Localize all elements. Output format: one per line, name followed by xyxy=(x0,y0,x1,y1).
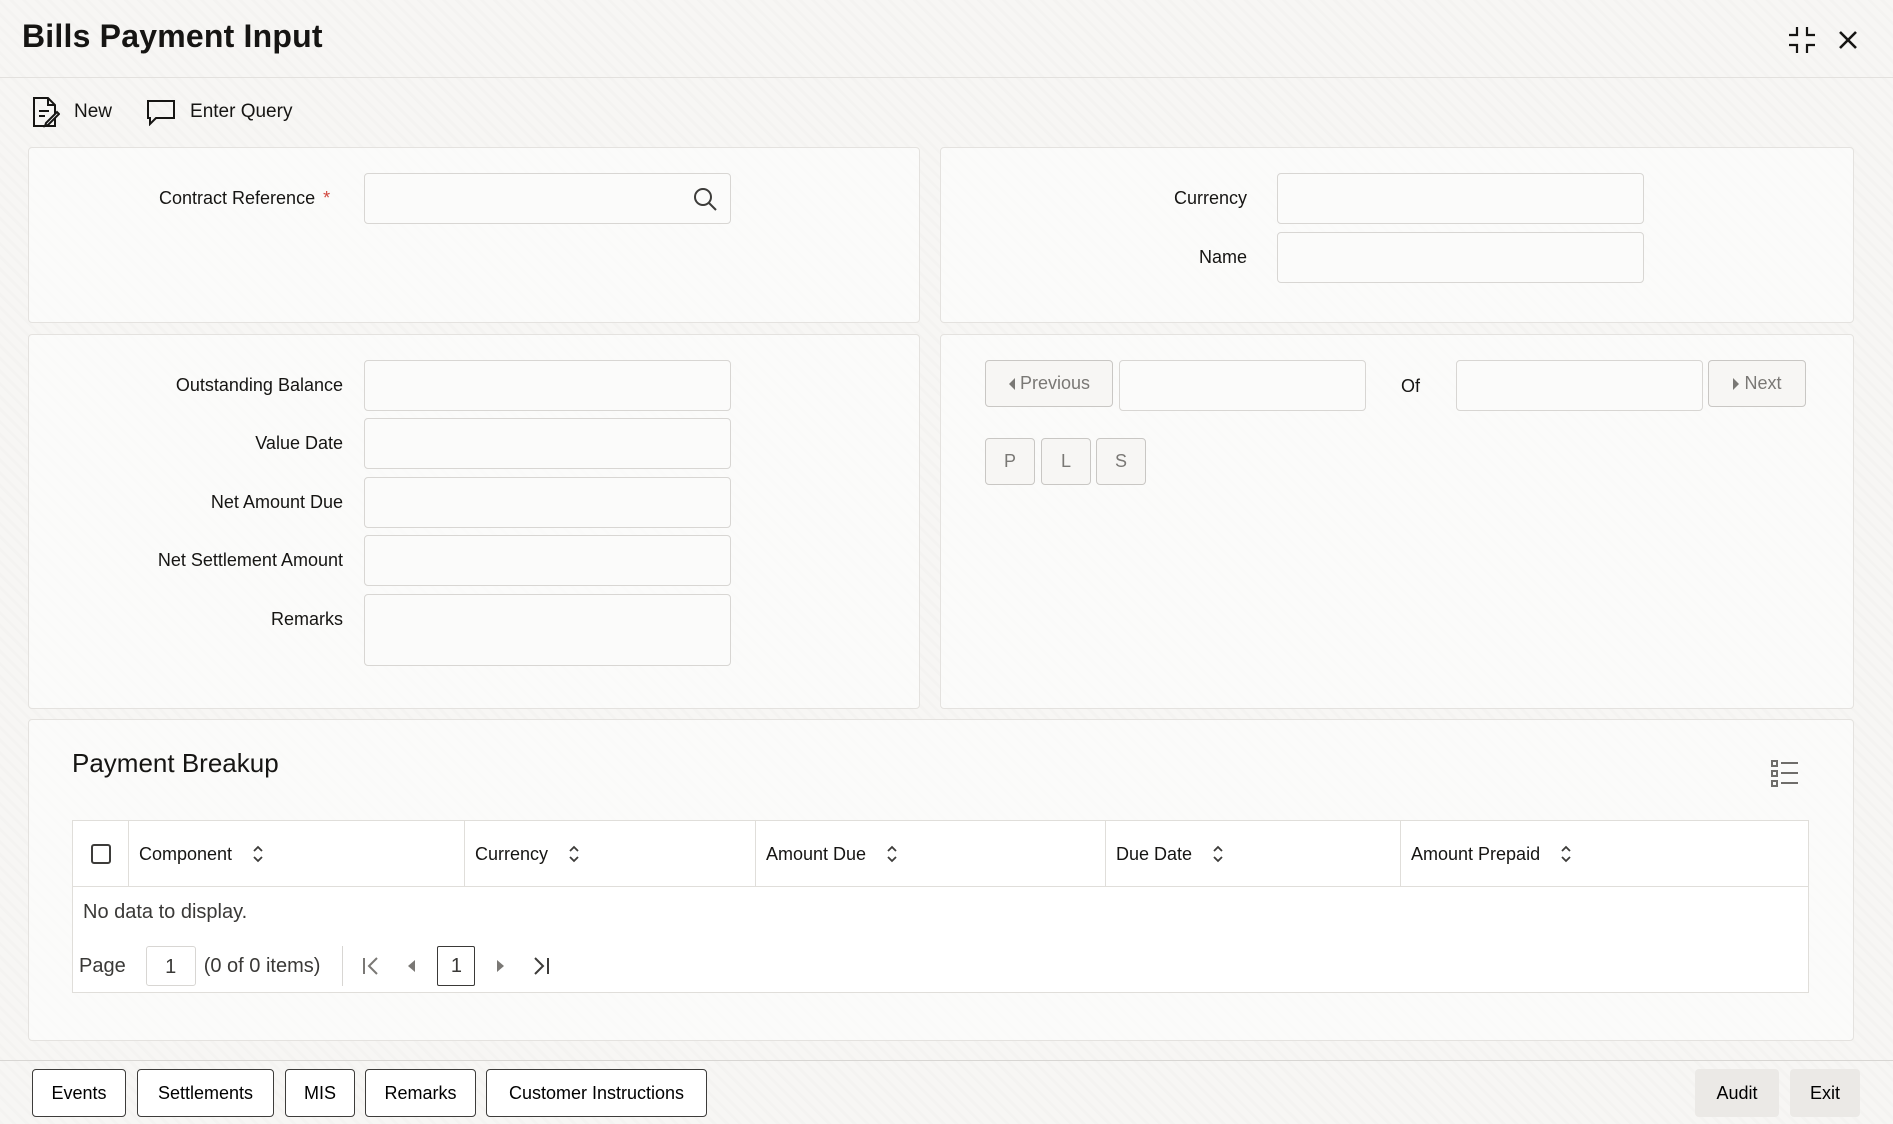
column-due-date-label: Due Date xyxy=(1116,843,1193,864)
page-title: Bills Payment Input xyxy=(22,18,323,54)
payment-breakup-table: Component Currency Amount Due Due Date A… xyxy=(72,820,1809,993)
payment-breakup-title: Payment Breakup xyxy=(72,748,279,778)
required-marker: * xyxy=(323,188,331,208)
column-amount-prepaid-label: Amount Prepaid xyxy=(1411,843,1541,864)
remarks-button[interactable]: Remarks xyxy=(365,1069,476,1117)
total-records-input[interactable] xyxy=(1456,360,1703,411)
title-bar: Bills Payment Input xyxy=(0,0,1893,78)
last-page-icon[interactable] xyxy=(521,946,561,986)
contract-reference-label: Contract Reference * xyxy=(159,188,330,209)
value-date-input[interactable] xyxy=(364,418,731,469)
pagination: Page 1 (0 of 0 items) 1 xyxy=(79,945,561,987)
customer-instructions-button[interactable]: Customer Instructions xyxy=(486,1069,707,1117)
net-amount-due-input[interactable] xyxy=(364,477,731,528)
enter-query-label: Enter Query xyxy=(190,101,293,122)
collapse-icon[interactable] xyxy=(1784,22,1820,58)
name-label: Name xyxy=(1199,247,1248,267)
exit-button[interactable]: Exit xyxy=(1790,1069,1860,1117)
new-document-icon xyxy=(33,97,60,128)
s-button[interactable]: S xyxy=(1096,438,1146,485)
audit-button[interactable]: Audit xyxy=(1695,1069,1779,1117)
contract-panel: Contract Reference * xyxy=(28,147,920,323)
sort-icon xyxy=(1561,845,1571,863)
customer-panel: Currency Name xyxy=(940,147,1854,323)
bills-payment-window: Bills Payment Input New Enter Query Cont… xyxy=(0,0,1893,1124)
column-amount-due[interactable]: Amount Due xyxy=(756,821,1106,887)
sort-icon xyxy=(569,845,579,863)
enter-query-button[interactable]: Enter Query xyxy=(146,98,292,126)
next-page-icon[interactable] xyxy=(481,946,521,986)
navigator-panel: Previous Of Next P L S xyxy=(940,334,1854,709)
column-amount-due-label: Amount Due xyxy=(766,843,867,864)
new-button-label: New xyxy=(74,101,113,122)
p-button[interactable]: P xyxy=(985,438,1035,485)
toolbar: New Enter Query xyxy=(30,92,292,132)
comment-icon xyxy=(147,100,176,126)
column-component-label: Component xyxy=(139,843,233,864)
net-settlement-amount-input[interactable] xyxy=(364,535,731,586)
sort-icon xyxy=(253,845,263,863)
column-currency-label: Currency xyxy=(475,843,549,864)
items-summary: (0 of 0 items) xyxy=(203,954,321,977)
net-settlement-amount-label: Net Settlement Amount xyxy=(157,550,343,570)
no-data-message: No data to display. xyxy=(83,901,248,923)
value-date-label: Value Date xyxy=(255,433,343,453)
page-number-input[interactable]: 1 xyxy=(145,946,196,986)
currency-label: Currency xyxy=(1174,188,1248,208)
column-amount-prepaid[interactable]: Amount Prepaid xyxy=(1401,821,1808,887)
next-label: Next xyxy=(1744,373,1782,393)
close-icon[interactable] xyxy=(1830,22,1866,58)
current-record-input[interactable] xyxy=(1119,360,1366,411)
mis-button[interactable]: MIS xyxy=(285,1069,355,1117)
l-button[interactable]: L xyxy=(1041,438,1091,485)
page-label: Page xyxy=(79,954,126,977)
net-amount-due-label: Net Amount Due xyxy=(210,492,343,512)
of-label: Of xyxy=(1401,376,1421,396)
column-currency[interactable]: Currency xyxy=(465,821,756,887)
currency-input[interactable] xyxy=(1277,173,1644,224)
sort-icon xyxy=(1213,845,1223,863)
column-due-date[interactable]: Due Date xyxy=(1106,821,1401,887)
table-header: Component Currency Amount Due Due Date A… xyxy=(73,821,1808,887)
search-icon[interactable] xyxy=(692,186,718,212)
caret-right-icon xyxy=(1733,377,1740,390)
previous-label: Previous xyxy=(1019,373,1091,393)
column-component[interactable]: Component xyxy=(129,821,465,887)
next-button[interactable]: Next xyxy=(1708,360,1806,407)
settlements-button[interactable]: Settlements xyxy=(137,1069,274,1117)
select-all-checkbox[interactable] xyxy=(91,844,111,864)
contract-reference-input[interactable] xyxy=(364,173,731,224)
outstanding-balance-input[interactable] xyxy=(364,360,731,411)
events-button[interactable]: Events xyxy=(32,1069,126,1117)
remarks-label: Remarks xyxy=(270,609,343,629)
first-page-icon[interactable] xyxy=(351,946,391,986)
column-list-icon[interactable] xyxy=(1770,758,1800,793)
previous-page-icon[interactable] xyxy=(391,946,431,986)
outstanding-balance-label: Outstanding Balance xyxy=(175,375,343,395)
caret-left-icon xyxy=(1008,377,1015,390)
current-page-button[interactable]: 1 xyxy=(437,946,476,986)
remarks-textarea[interactable] xyxy=(364,594,731,666)
pager-divider xyxy=(342,946,344,986)
contract-reference-text: Contract Reference xyxy=(159,188,316,208)
previous-button[interactable]: Previous xyxy=(985,360,1113,407)
balance-panel: Outstanding Balance Value Date Net Amoun… xyxy=(28,334,920,709)
select-all-column xyxy=(73,821,129,887)
sort-icon xyxy=(887,845,897,863)
new-button[interactable]: New xyxy=(30,96,112,128)
footer-bar: Events Settlements MIS Remarks Customer … xyxy=(0,1060,1893,1124)
name-input[interactable] xyxy=(1277,232,1644,283)
